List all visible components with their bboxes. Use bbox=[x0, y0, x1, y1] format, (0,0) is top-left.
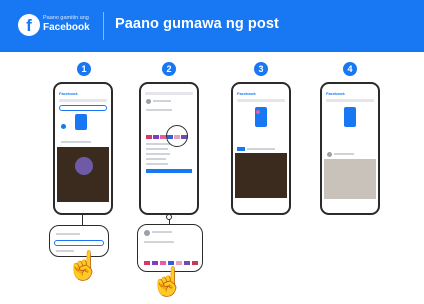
avatar bbox=[327, 152, 332, 157]
brand-name: Facebook bbox=[43, 22, 90, 33]
callout-connector bbox=[82, 215, 83, 225]
story-thumbnail bbox=[344, 107, 356, 127]
background-color-option[interactable] bbox=[144, 261, 150, 265]
create-post-bar bbox=[145, 92, 193, 95]
user-name-line bbox=[153, 100, 171, 102]
background-color-option[interactable] bbox=[146, 135, 152, 139]
step-badge-3: 3 bbox=[254, 62, 268, 76]
phone-step-2 bbox=[139, 82, 199, 215]
facebook-wordmark: Facebook bbox=[326, 91, 345, 96]
tap-hand-icon: ☝ bbox=[150, 266, 185, 297]
post-text-placeholder bbox=[146, 109, 172, 111]
nav-bar bbox=[237, 99, 285, 102]
tap-hand-icon: ☝ bbox=[66, 250, 101, 281]
facebook-logo-icon: f bbox=[18, 14, 40, 36]
post-button[interactable] bbox=[146, 169, 192, 173]
option-tag-people[interactable] bbox=[146, 148, 168, 150]
zoom-line bbox=[56, 233, 80, 235]
background-color-option[interactable] bbox=[153, 135, 159, 139]
flower-costume bbox=[75, 157, 93, 175]
option-feeling[interactable] bbox=[146, 153, 170, 155]
nav-bar bbox=[59, 99, 107, 102]
option-check-in[interactable] bbox=[146, 158, 166, 160]
highlight-circle bbox=[166, 125, 188, 147]
phone-screen: Facebook bbox=[57, 89, 109, 209]
facebook-wordmark: Facebook bbox=[59, 91, 78, 96]
phone-screen bbox=[143, 89, 195, 209]
whats-on-your-mind-field[interactable] bbox=[59, 105, 107, 111]
background-color-option[interactable] bbox=[192, 261, 198, 265]
phone-step-4: Facebook bbox=[320, 82, 380, 215]
post-header bbox=[61, 141, 91, 143]
story-thumbnail bbox=[75, 114, 87, 130]
header-divider bbox=[103, 12, 104, 40]
header-banner: f Paano gamitin ang Facebook Paano gumaw… bbox=[0, 0, 424, 52]
brand-subtitle: Paano gamitin ang bbox=[43, 15, 89, 21]
background-color-option[interactable] bbox=[176, 261, 182, 265]
zoom-whats-on-your-mind-field[interactable] bbox=[54, 240, 104, 246]
background-color-option[interactable] bbox=[160, 261, 166, 265]
background-color-option[interactable] bbox=[168, 261, 174, 265]
background-color-option[interactable] bbox=[152, 261, 158, 265]
avatar bbox=[146, 99, 151, 104]
phone-screen: Facebook bbox=[235, 89, 287, 209]
page-title: Paano gumawa ng post bbox=[115, 16, 279, 32]
background-color-option[interactable] bbox=[184, 261, 190, 265]
option-photo-video[interactable] bbox=[146, 143, 170, 145]
upload-status bbox=[237, 147, 245, 151]
story-dot bbox=[256, 110, 260, 114]
post-author-line bbox=[334, 153, 354, 155]
callout-dot bbox=[166, 214, 172, 220]
post-photo bbox=[235, 153, 287, 198]
nav-bar bbox=[326, 99, 374, 102]
option-live[interactable] bbox=[146, 163, 168, 165]
step-badge-4: 4 bbox=[343, 62, 357, 76]
step-badge-2: 2 bbox=[162, 62, 176, 76]
uploading-text bbox=[247, 148, 275, 150]
zoom-callout-step-2 bbox=[137, 224, 203, 272]
post-photo bbox=[324, 159, 376, 199]
avatar bbox=[61, 124, 66, 129]
user-name-line bbox=[152, 231, 172, 233]
facebook-wordmark: Facebook bbox=[237, 91, 256, 96]
post-text-placeholder bbox=[144, 241, 174, 243]
phone-step-3: Facebook bbox=[231, 82, 291, 215]
phone-step-1: Facebook bbox=[53, 82, 113, 215]
avatar bbox=[144, 230, 150, 236]
phone-screen: Facebook bbox=[324, 89, 376, 209]
step-badge-1: 1 bbox=[77, 62, 91, 76]
